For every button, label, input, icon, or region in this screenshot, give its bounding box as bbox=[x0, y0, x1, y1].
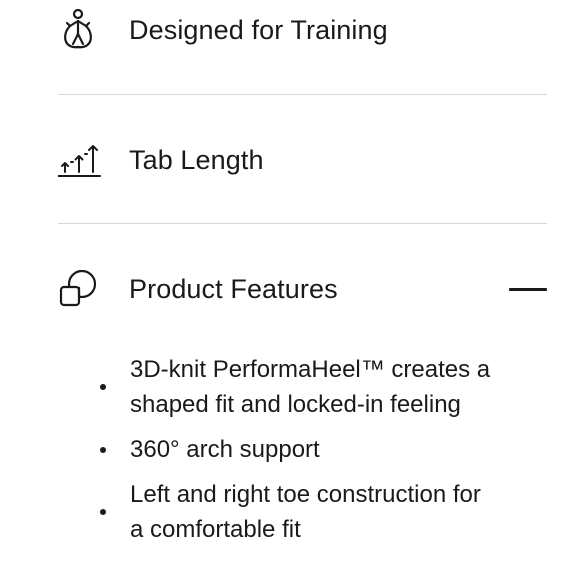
section-divider bbox=[58, 223, 547, 224]
product-features-list: 3D-knit PerformaHeel™ creates a shaped f… bbox=[100, 352, 540, 557]
jump-rope-person-icon bbox=[58, 8, 102, 52]
tab-length-arrows-icon bbox=[58, 138, 102, 182]
accordion-header-product-features[interactable]: Product Features bbox=[58, 267, 547, 311]
feature-text: 360° arch support bbox=[130, 436, 320, 463]
bullet-icon bbox=[100, 509, 106, 515]
bullet-icon bbox=[100, 384, 106, 390]
list-item: 3D-knit PerformaHeel™ creates a shaped f… bbox=[100, 352, 540, 422]
accordion-header-tab-length[interactable]: Tab Length bbox=[58, 138, 547, 182]
feature-text: Left and right toe construction for a co… bbox=[130, 481, 481, 543]
list-item: 360° arch support bbox=[100, 432, 540, 467]
feature-text: 3D-knit PerformaHeel™ creates a shaped f… bbox=[130, 356, 491, 418]
collapse-minus-icon[interactable] bbox=[507, 274, 547, 304]
accordion-header-designed-for-training[interactable]: Designed for Training bbox=[58, 8, 547, 52]
accordion-title: Product Features bbox=[129, 273, 338, 304]
accordion-title: Tab Length bbox=[129, 144, 264, 175]
list-item: Left and right toe construction for a co… bbox=[100, 477, 540, 547]
bullet-icon bbox=[100, 446, 106, 453]
accordion-title: Designed for Training bbox=[129, 14, 388, 45]
section-divider bbox=[58, 94, 547, 95]
product-details-accordion: Designed for Training Tab Length Product… bbox=[0, 0, 580, 580]
product-features-shapes-icon bbox=[58, 267, 102, 311]
